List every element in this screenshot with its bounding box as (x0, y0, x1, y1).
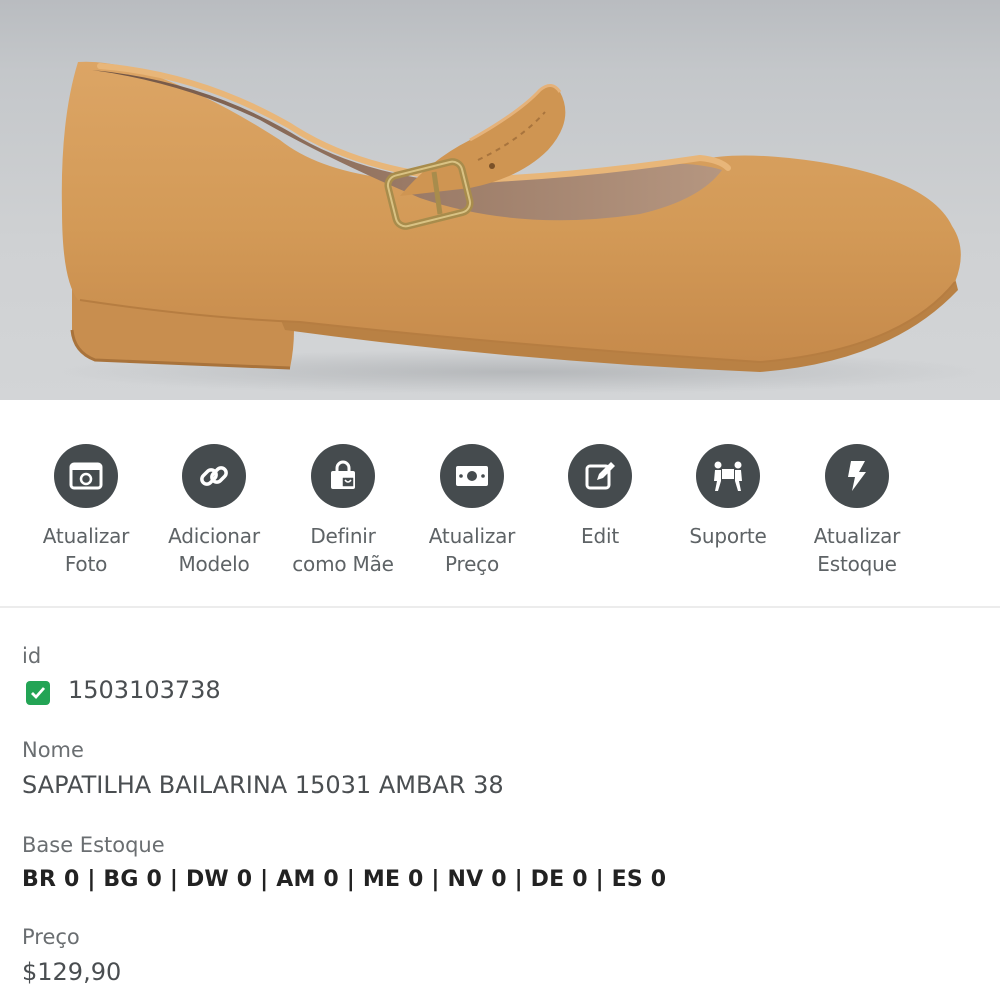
edit-icon (568, 444, 632, 508)
shopping-bag-icon (311, 444, 375, 508)
id-value: 1503103738 (68, 676, 221, 704)
action-label: Suporte (689, 524, 767, 548)
action-label: Adicionar Modelo (168, 524, 260, 576)
support-icon (696, 444, 760, 508)
set-as-parent-button[interactable]: Definir como Mãe (279, 444, 407, 594)
stock-label: Base Estoque (22, 833, 165, 857)
bolt-icon (825, 444, 889, 508)
photo-icon (54, 444, 118, 508)
support-button[interactable]: Suporte (664, 444, 792, 594)
action-label: Edit (581, 524, 619, 548)
check-icon (26, 681, 50, 705)
name-label: Nome (22, 738, 84, 762)
stock-value: BR 0 | BG 0 | DW 0 | AM 0 | ME 0 | NV 0 … (22, 867, 667, 892)
add-model-button[interactable]: Adicionar Modelo (150, 444, 278, 594)
id-label: id (22, 644, 42, 668)
update-photo-button[interactable]: Atualizar Foto (22, 444, 150, 594)
action-label: Atualizar Preço (428, 524, 516, 576)
update-stock-button[interactable]: Atualizar Estoque (793, 444, 921, 594)
money-icon (440, 444, 504, 508)
edit-button[interactable]: Edit (536, 444, 664, 594)
id-field: 1503103738 (22, 676, 221, 705)
product-image (0, 0, 1000, 400)
price-value: $129,90 (22, 958, 122, 986)
action-label: Atualizar Foto (42, 524, 130, 576)
action-bar: Atualizar Foto Adicionar Modelo Definir … (0, 400, 1000, 608)
shoe-illustration (50, 61, 990, 394)
action-label: Atualizar Estoque (813, 524, 901, 576)
action-label: Definir como Mãe (292, 524, 394, 576)
price-label: Preço (22, 925, 80, 949)
update-price-button[interactable]: Atualizar Preço (408, 444, 536, 594)
link-icon (182, 444, 246, 508)
name-value: SAPATILHA BAILARINA 15031 AMBAR 38 (22, 771, 504, 799)
